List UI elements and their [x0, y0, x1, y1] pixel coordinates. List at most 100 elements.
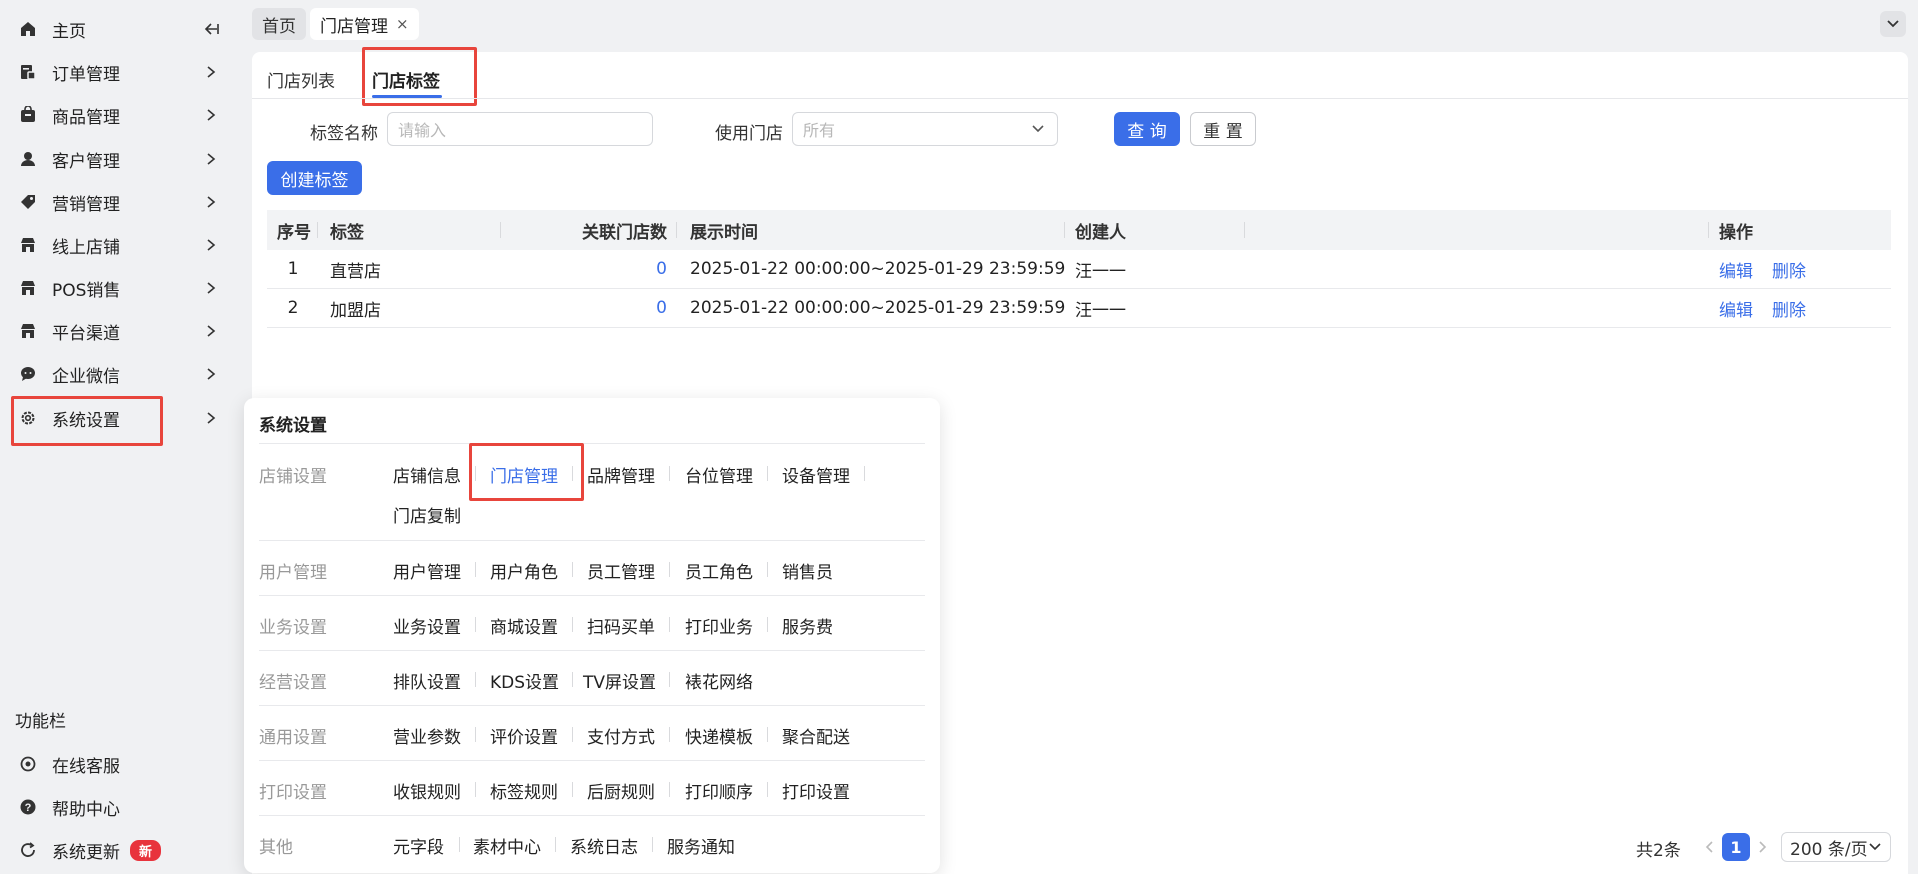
menu-item-brand-management[interactable]: 品牌管理 [587, 462, 655, 487]
menu-separator [669, 466, 670, 481]
menu-separator [475, 617, 476, 632]
sidebar-item-products[interactable]: 商品管理 [10, 95, 228, 135]
menu-item-scan-pay[interactable]: 扫码买单 [587, 613, 655, 638]
menu-item-print-settings[interactable]: 打印设置 [782, 778, 850, 803]
delete-link[interactable]: 删除 [1772, 289, 1806, 327]
row-store-count-link[interactable]: 0 [515, 289, 667, 327]
highlight-box-sidebar [11, 396, 163, 446]
tab-store-list[interactable]: 门店列表 [267, 67, 335, 92]
menu-item-store-info[interactable]: 店铺信息 [393, 462, 461, 487]
refresh-icon [18, 840, 38, 860]
delete-link[interactable]: 删除 [1772, 250, 1806, 288]
header-creator: 创建人 [1075, 222, 1126, 243]
store-select-value: 所有 [803, 121, 836, 140]
tab-store-management[interactable]: 门店管理 × [310, 8, 419, 40]
sidebar: 主页 订单管理 商品管理 客户管理 营销管理 线上店铺 POS销售 平台渠道 企… [0, 0, 240, 874]
row-store-count-link[interactable]: 0 [515, 250, 667, 288]
menu-separator [669, 727, 670, 742]
column-divider [1064, 222, 1065, 238]
menu-item-system-logs[interactable]: 系统日志 [570, 833, 638, 858]
chevron-down-button[interactable] [1880, 11, 1906, 37]
menu-item-table-management[interactable]: 台位管理 [685, 462, 753, 487]
menu-divider [259, 443, 925, 444]
menu-item-user-management[interactable]: 用户管理 [393, 558, 461, 583]
sidebar-item-orders[interactable]: 订单管理 [10, 52, 228, 92]
tab-divider [252, 98, 1908, 99]
function-item-system-update[interactable]: 系统更新 新 [10, 830, 228, 870]
sidebar-item-home[interactable]: 主页 [10, 9, 228, 49]
tab-home[interactable]: 首页 [252, 8, 306, 40]
sidebar-item-online-store[interactable]: 线上店铺 [10, 225, 228, 265]
collapse-sidebar-icon[interactable] [202, 20, 220, 38]
service-icon [18, 754, 38, 774]
menu-item-queue-settings[interactable]: 排队设置 [393, 668, 461, 693]
sidebar-item-platform[interactable]: 平台渠道 [10, 311, 228, 351]
close-icon[interactable]: × [396, 15, 409, 33]
sidebar-item-pos[interactable]: POS销售 [10, 268, 228, 308]
function-item-help-center[interactable]: ? 帮助中心 [10, 787, 228, 827]
next-page-button[interactable] [1748, 833, 1776, 861]
menu-item-business-params[interactable]: 营业参数 [393, 723, 461, 748]
menu-item-shipping-templates[interactable]: 快递模板 [685, 723, 753, 748]
menu-item-label-rules[interactable]: 标签规则 [490, 778, 558, 803]
row-no: 1 [287, 259, 299, 279]
highlight-box-menu [469, 443, 584, 501]
chevron-down-icon [1032, 125, 1044, 133]
page-button-current[interactable]: 1 [1722, 833, 1750, 861]
menu-item-salesperson[interactable]: 销售员 [782, 558, 833, 583]
menu-item-meta-fields[interactable]: 元字段 [393, 833, 444, 858]
menu-item-review-settings[interactable]: 评价设置 [490, 723, 558, 748]
menu-item-aggregated-delivery[interactable]: 聚合配送 [782, 723, 850, 748]
column-divider [317, 222, 318, 238]
menu-item-payment-methods[interactable]: 支付方式 [587, 723, 655, 748]
chevron-right-icon [202, 236, 220, 254]
column-divider [676, 222, 677, 238]
menu-item-decoration-network[interactable]: 裱花网络 [685, 668, 753, 693]
chevron-right-icon [202, 322, 220, 340]
menu-item-staff-roles[interactable]: 员工角色 [685, 558, 753, 583]
tab-label: 首页 [262, 16, 296, 37]
menu-item-print-order[interactable]: 打印顺序 [685, 778, 753, 803]
menu-separator [459, 837, 460, 852]
menu-separator [652, 837, 653, 852]
menu-item-mall-settings[interactable]: 商城设置 [490, 613, 558, 638]
menu-item-tv-settings[interactable]: TV屏设置 [583, 668, 656, 693]
menu-separator [572, 672, 573, 687]
tag-icon [18, 192, 38, 212]
menu-category-operation-settings: 经营设置 [259, 673, 327, 693]
edit-link[interactable]: 编辑 [1719, 289, 1753, 327]
menu-divider [259, 705, 925, 706]
page-size-value: 200 条/页 [1790, 839, 1868, 860]
menu-item-user-roles[interactable]: 用户角色 [490, 558, 558, 583]
home-icon [18, 19, 38, 39]
prev-page-button[interactable] [1696, 833, 1724, 861]
column-divider [1244, 222, 1245, 238]
tag-name-input[interactable]: 请输入 [387, 112, 653, 146]
query-button[interactable]: 查 询 [1114, 112, 1180, 146]
reset-button[interactable]: 重 置 [1190, 112, 1256, 146]
menu-divider [259, 650, 925, 651]
menu-item-kitchen-rules[interactable]: 后厨规则 [587, 778, 655, 803]
page-size-select[interactable]: 200 条/页 [1781, 832, 1891, 862]
menu-item-store-copy[interactable]: 门店复制 [393, 502, 461, 527]
menu-separator [864, 466, 865, 481]
menu-item-service-notices[interactable]: 服务通知 [667, 833, 735, 858]
chevron-right-icon [202, 150, 220, 168]
column-divider [1708, 222, 1709, 238]
edit-link[interactable]: 编辑 [1719, 250, 1753, 288]
sidebar-item-marketing[interactable]: 营销管理 [10, 182, 228, 222]
menu-item-asset-center[interactable]: 素材中心 [473, 833, 541, 858]
menu-item-cashier-rules[interactable]: 收银规则 [393, 778, 461, 803]
store-select[interactable]: 所有 [792, 112, 1058, 146]
menu-item-business-settings[interactable]: 业务设置 [393, 613, 461, 638]
menu-item-print-business[interactable]: 打印业务 [685, 613, 753, 638]
create-tag-button[interactable]: 创建标签 [267, 161, 362, 195]
sidebar-item-wecom[interactable]: 企业微信 [10, 354, 228, 394]
menu-item-service-fee[interactable]: 服务费 [782, 613, 833, 638]
menu-item-kds-settings[interactable]: KDS设置 [490, 668, 559, 693]
function-item-online-service[interactable]: 在线客服 [10, 744, 228, 784]
menu-item-staff-management[interactable]: 员工管理 [587, 558, 655, 583]
chevron-right-icon [202, 279, 220, 297]
menu-item-device-management[interactable]: 设备管理 [782, 462, 850, 487]
sidebar-item-customers[interactable]: 客户管理 [10, 139, 228, 179]
